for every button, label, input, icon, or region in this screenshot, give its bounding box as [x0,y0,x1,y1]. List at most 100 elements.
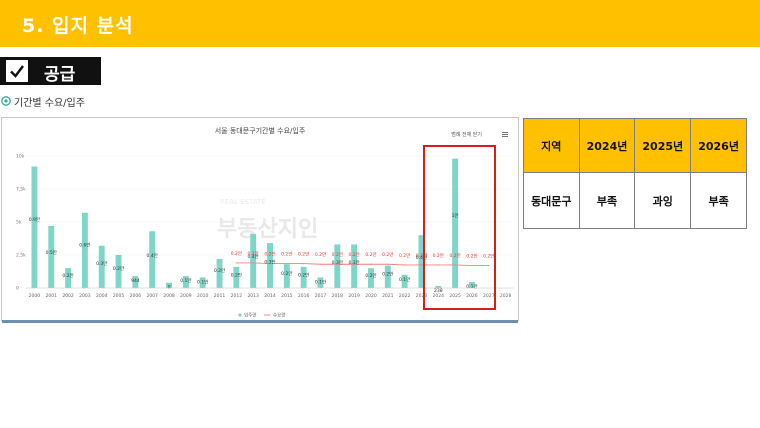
bar-data-label: 0.6만 [79,242,90,249]
subheading-text: 기간별 수요/입주 [14,97,85,109]
y-tick-label: 0 [16,286,19,292]
y-tick-label: 5k [16,220,22,226]
x-tick-label: 2006 [130,293,142,299]
bar-supply [31,166,38,288]
demand-data-label: 0.2만 [382,251,393,258]
x-tick-label: 2017 [315,293,327,299]
x-tick-label: 2011 [214,293,226,299]
chart-title: 서울 동대문구기간별 수요/입주 [215,126,306,135]
watermark: 부동산지인 [217,217,318,242]
bar-supply [149,231,156,288]
x-tick-label: 2018 [332,293,344,299]
chart-subheading: 기간별 수요/입주 [1,94,85,109]
bar-supply [81,212,88,288]
bar-data-label: 0.4만 [248,253,259,260]
bar-supply [351,244,358,288]
legend-label-supply: 입주량 [244,312,256,319]
section-label: 공급 [44,65,76,85]
demand-point [252,262,254,264]
table-cell: 부족 [690,172,747,229]
table-header-cell: 2024년 [578,118,636,173]
bar-data-label: 0.2만 [62,272,73,279]
bar-data-label: 0.1만 [197,278,208,285]
bar-data-label: 0.2만 [365,272,376,279]
hamburger-menu-icon[interactable] [502,132,508,137]
bar-data-label: 0.2만 [214,267,225,274]
x-tick-label: 2003 [79,293,91,299]
demand-point [387,263,389,265]
bar-data-label: 0.2만 [281,270,292,277]
table-header-cell: 2025년 [634,118,692,173]
bar-supply [48,225,55,288]
x-tick-label: 2022 [399,293,411,299]
bar-data-label: 0.3만 [332,259,343,266]
demand-data-label: 0.2만 [281,251,292,258]
x-tick-label: 2010 [197,293,209,299]
x-tick-label: 2014 [264,293,276,299]
legend-toggle-link[interactable]: 범례 전체 닫기 [451,131,482,138]
demand-data-label: 0.2만 [348,251,359,258]
supply-verdict-table: 지역 2024년 2025년 2026년 동대문구 부족 과잉 부족 [523,118,747,229]
section-tag: 공급 [0,57,101,85]
x-tick-label: 2008 [163,293,175,299]
bar-data-label: 0.4만 [147,252,158,259]
demand-point [370,263,372,265]
demand-data-label: 0.2만 [298,251,309,258]
demand-point [404,264,406,266]
y-tick-label: 10k [16,154,25,160]
table-cell: 부족 [578,172,636,229]
bar-supply [334,244,341,288]
y-tick-label: 2.5k [16,253,26,259]
demand-point [319,263,322,265]
x-tick-label: 2009 [180,293,192,299]
table-header-cell: 2026년 [690,118,747,173]
x-tick-label: 2002 [62,293,74,299]
demand-point [286,262,288,265]
y-tick-label: 7.5k [16,187,26,193]
bar-data-label: 0.3만 [96,260,107,267]
bar-data-label: 944 [131,278,140,284]
table-cell: 동대문구 [523,172,580,229]
demand-data-label: 0.2만 [315,251,326,258]
x-tick-label: 2021 [382,293,394,299]
svg-text:REAL ESTATE: REAL ESTATE [220,198,266,206]
bar-data-label: 0.5만 [46,249,57,256]
x-tick-label: 2020 [365,293,377,299]
bar-data-label: 0.9만 [29,216,40,223]
bar-data-label: 0.1만 [315,278,326,285]
bar-data-label: 0.2만 [113,265,124,272]
bar-supply [98,245,105,288]
bar-data-label: 0.1만 [399,276,410,283]
table-header-cell: 지역 [523,118,580,173]
demand-data-label: 0.2만 [332,251,343,258]
bar-data-label: 0 [168,285,171,291]
bar-data-label: 0.3만 [264,258,275,265]
x-tick-label: 2019 [348,293,360,299]
bar-data-label: 0.2만 [231,271,242,278]
bar-data-label: 0.3만 [348,259,359,266]
x-tick-label: 2001 [46,293,58,299]
table-row: 동대문구 부족 과잉 부족 [523,172,747,229]
checkmark-icon [6,60,28,82]
legend-swatch-supply [238,313,242,317]
x-tick-label: 2016 [298,293,310,299]
x-tick-label: 2007 [146,293,158,299]
demand-point [303,262,305,265]
table-header-row: 지역 2024년 2025년 2026년 [523,118,747,173]
demand-data-label: 0.2만 [264,251,275,258]
bar-data-label: 0.2만 [298,271,309,278]
legend-label-demand: 수요량 [273,312,285,319]
bar-supply [267,243,273,288]
demand-data-label: 0.2만 [399,252,410,259]
header-bar: 5. 입지 분석 [0,0,760,47]
x-tick-label: 2004 [96,293,108,299]
table-cell: 과잉 [634,172,692,229]
bar-supply [250,233,257,288]
demand-point [235,262,237,264]
bar-data-label: 0.1만 [180,277,191,284]
x-tick-label: 2028 [500,293,512,299]
x-tick-label: 2000 [29,293,41,299]
page-title: 5. 입지 분석 [22,15,134,37]
demand-data-label: 0.2만 [365,251,376,258]
x-tick-label: 2005 [113,293,125,299]
